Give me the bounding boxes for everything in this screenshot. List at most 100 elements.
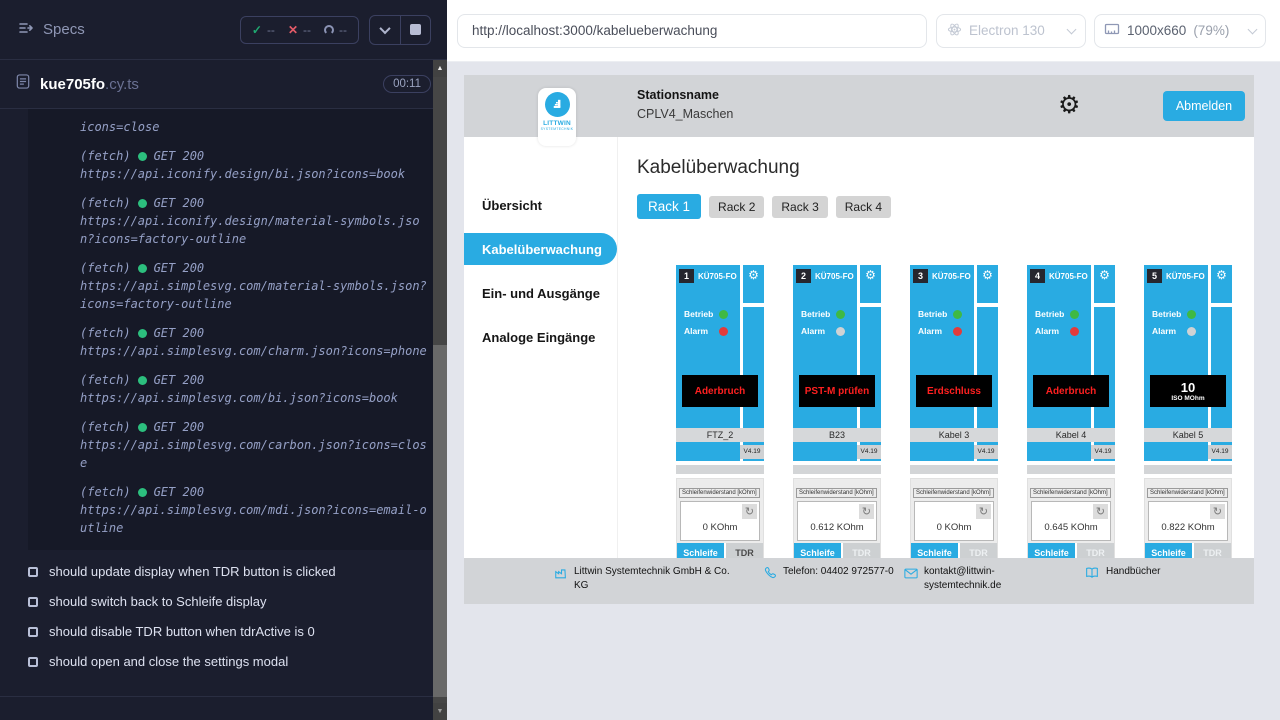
alarm-row: Alarm — [918, 326, 962, 336]
tab-rack-4[interactable]: Rack 4 — [836, 196, 891, 218]
passed-count: -- — [267, 23, 275, 37]
tab-rack-1[interactable]: Rack 1 — [637, 194, 701, 219]
card-divider — [793, 465, 881, 474]
reporter-scrollbar[interactable]: ▲ ▼ — [433, 60, 447, 720]
footer-manuals-link[interactable]: Handbücher — [1084, 565, 1160, 584]
test-stats: ✓-- ✕-- -- — [240, 16, 359, 44]
log-prefix: (fetch) — [80, 149, 131, 163]
log-status: GET 200 — [154, 420, 205, 434]
gear-icon: ⚙ — [1216, 265, 1227, 285]
url-input[interactable]: http://localhost:3000/kabelueberwachung — [457, 14, 927, 48]
tab-rack-2[interactable]: Rack 2 — [709, 196, 764, 218]
sidebar-item-analoge-eingaenge[interactable]: Analoge Eingänge — [464, 321, 617, 353]
alarm-row: Alarm — [684, 326, 728, 336]
betrieb-row: Betrieb — [801, 309, 845, 319]
refresh-icon[interactable]: ↻ — [1093, 504, 1108, 519]
betrieb-row: Betrieb — [1035, 309, 1079, 319]
device-settings-button[interactable]: ⚙ — [1211, 265, 1232, 303]
gear-icon: ⚙ — [748, 265, 759, 285]
network-log-entry[interactable]: (fetch) GET 200 https://api.simplesvg.co… — [80, 373, 433, 407]
log-url: https://api.iconify.design/bi.json?icons… — [80, 165, 433, 183]
network-log-entry[interactable]: (fetch) GET 200 https://api.simplesvg.co… — [80, 326, 433, 360]
betrieb-label: Betrieb — [684, 309, 713, 319]
spec-file-row[interactable]: kue705fo.cy.ts 00:11 — [0, 60, 447, 109]
network-log-entry[interactable]: (fetch) GET 200 https://api.iconify.desi… — [80, 196, 433, 248]
company-text: Littwin Systemtechnik GmbH & Co. KG — [574, 565, 734, 592]
refresh-icon[interactable]: ↻ — [742, 504, 757, 519]
refresh-icon[interactable]: ↻ — [859, 504, 874, 519]
display-alarm-text: Aderbruch — [1046, 386, 1097, 397]
betrieb-led — [953, 310, 962, 319]
card-divider — [1027, 465, 1115, 474]
alarm-led — [1187, 327, 1196, 336]
device-settings-button[interactable]: ⚙ — [977, 265, 998, 303]
sidebar-item-uebersicht[interactable]: Übersicht — [464, 189, 617, 221]
log-url: https://api.iconify.design/material-symb… — [80, 212, 433, 248]
spec-file-icon — [16, 73, 30, 95]
device-model: KÜ705-FO — [1166, 272, 1205, 281]
scroll-up-button[interactable]: ▲ — [433, 60, 447, 77]
betrieb-led — [1187, 310, 1196, 319]
page-title: Kabelüberwachung — [637, 157, 800, 179]
footer-email[interactable]: kontakt@littwin-systemtechnik.de — [904, 565, 1084, 592]
station-info: Stationsname CPLV4_Maschen — [637, 86, 733, 124]
scroll-down-button[interactable]: ▼ — [433, 703, 447, 720]
cable-label: Kabel 3 — [910, 428, 998, 442]
passed-icon: ✓ — [252, 23, 262, 37]
refresh-icon[interactable]: ↻ — [1210, 504, 1225, 519]
test-state-icon — [28, 597, 38, 607]
refresh-icon[interactable]: ↻ — [976, 504, 991, 519]
sidebar-item-ein-und-ausgaenge[interactable]: Ein- und Ausgänge — [464, 277, 617, 309]
log-url: https://api.simplesvg.com/mdi.json?icons… — [80, 501, 433, 537]
alarm-row: Alarm — [1152, 326, 1196, 336]
device-settings-button[interactable]: ⚙ — [860, 265, 881, 303]
stop-button[interactable] — [400, 16, 430, 44]
network-log-entry[interactable]: (fetch) GET 200 https://api.simplesvg.co… — [80, 485, 433, 537]
scrollbar-thumb[interactable] — [433, 345, 447, 697]
measurement-value: 0 KOhm — [681, 522, 759, 533]
test-item[interactable]: should switch back to Schleife display — [28, 594, 435, 609]
display-value: 10 — [1181, 381, 1195, 395]
network-log-entry[interactable]: (fetch) GET 200 https://api.simplesvg.co… — [80, 261, 433, 313]
sidebar-item-kabelueberwachung[interactable]: Kabelüberwachung — [464, 233, 617, 265]
measurement-value-box: ↻ 0.645 KOhm — [1031, 501, 1111, 541]
failed-icon: ✕ — [288, 23, 298, 37]
test-state-icon — [28, 657, 38, 667]
network-log-entry[interactable]: (fetch) GET 200 https://api.simplesvg.co… — [80, 420, 433, 472]
settings-gear-icon[interactable]: ⚙ — [1058, 91, 1080, 119]
measurement-value-box: ↻ 0.822 KOhm — [1148, 501, 1228, 541]
device-display: Aderbruch — [1033, 375, 1109, 407]
betrieb-label: Betrieb — [801, 309, 830, 319]
firmware-version: V4.19 — [974, 445, 998, 459]
app-header: LITTWIN SYSTEMTECHNIK Stationsname CPLV4… — [464, 75, 1254, 137]
command-log: icons=close (fetch) GET 200 https://api.… — [28, 109, 447, 550]
device-settings-button[interactable]: ⚙ — [1094, 265, 1115, 303]
measurement-value: 0.645 KOhm — [1032, 522, 1110, 533]
footer-phone: Telefon: 04402 972577-0 — [764, 565, 904, 584]
test-item[interactable]: should disable TDR button when tdrActive… — [28, 624, 435, 639]
test-item[interactable]: should open and close the settings modal — [28, 654, 435, 669]
status-ok-dot — [138, 264, 147, 273]
test-item[interactable]: should update display when TDR button is… — [28, 564, 435, 579]
tab-rack-3[interactable]: Rack 3 — [772, 196, 827, 218]
log-status: GET 200 — [154, 326, 205, 340]
viewport-selector[interactable]: 1000x660 (79%) — [1094, 14, 1266, 48]
ruler-icon — [1104, 22, 1120, 39]
logout-button[interactable]: Abmelden — [1163, 91, 1245, 121]
station-name: CPLV4_Maschen — [637, 105, 733, 124]
device-card: ⚙ 1 KÜ705-FO Betrieb Alarm Aderbruch FTZ… — [676, 265, 764, 565]
device-settings-button[interactable]: ⚙ — [743, 265, 764, 303]
status-ok-dot — [138, 423, 147, 432]
device-model: KÜ705-FO — [1049, 272, 1088, 281]
log-url: https://api.simplesvg.com/carbon.json?ic… — [80, 436, 433, 472]
url-text: http://localhost:3000/kabelueberwachung — [472, 23, 717, 38]
device-display: PST-M prüfen — [799, 375, 875, 407]
collapse-button[interactable] — [370, 16, 400, 44]
measurement-label: Schleifenwiderstand [kOhm] — [1030, 488, 1111, 498]
alarm-row: Alarm — [801, 326, 845, 336]
browser-selector[interactable]: Electron 130 — [936, 14, 1086, 48]
specs-label: Specs — [43, 21, 85, 38]
specs-menu-button[interactable]: Specs — [18, 20, 85, 40]
test-title: should disable TDR button when tdrActive… — [49, 624, 315, 639]
network-log-entry[interactable]: (fetch) GET 200 https://api.iconify.desi… — [80, 149, 433, 183]
